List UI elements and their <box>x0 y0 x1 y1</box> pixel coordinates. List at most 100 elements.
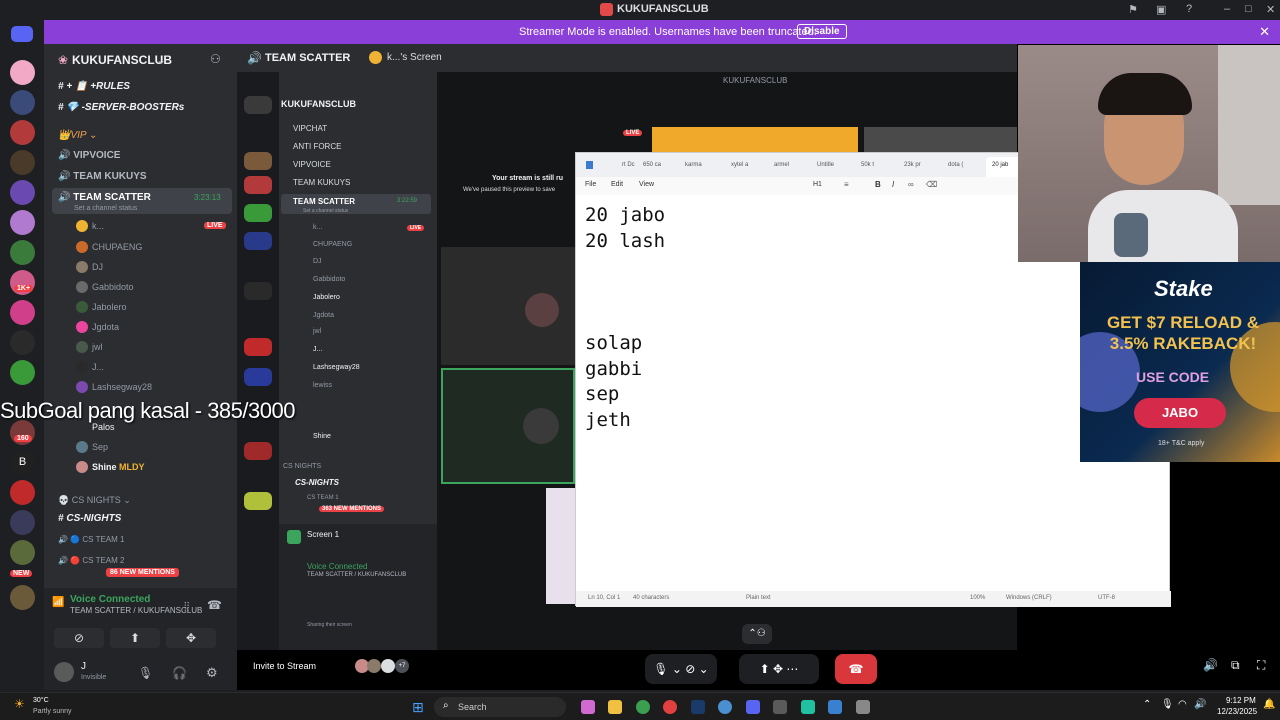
chrome-icon[interactable] <box>663 700 677 714</box>
disconnect-icon[interactable]: ☎ <box>207 598 222 612</box>
category-vip[interactable]: 👑VIP ⌄ <box>58 130 97 141</box>
server-icon[interactable] <box>10 150 35 175</box>
noise-icon[interactable]: ⦙⦙ <box>184 600 189 615</box>
weather-temp[interactable]: 30°C <box>33 697 49 704</box>
share-activity-button[interactable]: ⬆ ✥ ⋯ <box>739 654 819 684</box>
chevron-down-icon[interactable]: ⌄ <box>156 53 166 67</box>
channel-status[interactable]: Set a channel status <box>74 205 137 212</box>
voice-user[interactable]: CHUPAENG <box>92 242 142 252</box>
server-icon[interactable] <box>10 360 35 385</box>
server-icon[interactable] <box>10 480 35 505</box>
server-icon[interactable]: B <box>10 450 35 475</box>
category-cs-nights[interactable]: 💀 CS NIGHTS ⌄ <box>58 495 131 506</box>
channel-vipvoice[interactable]: 🔊 VIPVOICE <box>58 150 120 161</box>
bold-icon[interactable]: B <box>875 180 881 189</box>
voice-user[interactable]: Lashsegway28 <box>92 382 152 392</box>
discord-home-icon[interactable] <box>11 26 33 42</box>
headphones-icon[interactable]: 🎧 <box>172 666 187 680</box>
file-explorer-icon[interactable] <box>608 700 622 714</box>
voice-user[interactable]: J... <box>92 362 104 372</box>
mic-tray-icon[interactable]: 🎙 <box>1161 699 1174 710</box>
menu-view[interactable]: View <box>639 181 654 188</box>
search-box[interactable]: ⌕ Search <box>434 697 566 717</box>
list-icon[interactable]: ≡ <box>844 180 849 189</box>
leave-call-button[interactable]: ☎ <box>835 654 877 684</box>
heading-dropdown[interactable]: H1 <box>813 181 822 188</box>
new-mentions-badge[interactable]: 86 NEW MENTIONS <box>106 568 179 577</box>
mute-button[interactable]: 🎙 ⌄ ⊘ ⌄ <box>645 654 717 684</box>
app-icon[interactable] <box>773 700 787 714</box>
voice-status[interactable]: Voice Connected <box>70 594 150 605</box>
maximize-icon[interactable]: □ <box>1245 3 1252 15</box>
notification-icon[interactable]: 🔔 <box>1263 699 1275 710</box>
voice-user[interactable]: jwl <box>92 342 103 352</box>
app-icon[interactable] <box>801 700 815 714</box>
channel-cs-team-2[interactable]: 🔊 🔴 CS TEAM 2 <box>58 556 124 565</box>
line-ending[interactable]: Windows (CRLF) <box>1006 595 1052 601</box>
server-icon[interactable] <box>10 300 35 325</box>
activities-button[interactable]: ✥ <box>166 628 216 648</box>
popout-icon[interactable]: ⧉ <box>1231 658 1240 673</box>
minimize-icon[interactable]: – <box>1224 3 1230 15</box>
user-name[interactable]: J <box>81 661 86 672</box>
voice-user[interactable]: Gabbidoto <box>92 282 134 292</box>
server-icon[interactable] <box>10 330 35 355</box>
tray-chevron-icon[interactable]: ⌃ <box>1143 699 1151 710</box>
camera-off-button[interactable]: ⊘ <box>54 628 104 648</box>
steam-icon[interactable] <box>691 700 705 714</box>
server-icon[interactable] <box>10 540 35 565</box>
notepad-tab[interactable]: Untitle <box>817 162 834 168</box>
voice-user[interactable]: k... <box>92 221 104 231</box>
weather-desc[interactable]: Partly sunny <box>33 708 72 715</box>
notepad-icon[interactable] <box>828 700 842 714</box>
copilot-icon[interactable] <box>581 700 595 714</box>
fullscreen-icon[interactable]: ⛶ <box>1257 658 1265 673</box>
channel-cs-nights[interactable]: # CS-NIGHTS <box>58 513 121 524</box>
voice-user[interactable]: Sep <box>92 442 108 452</box>
voice-user[interactable]: DJ <box>92 262 103 272</box>
app-icon[interactable] <box>856 700 870 714</box>
server-icon[interactable] <box>10 60 35 85</box>
notepad-tab[interactable]: 50k t <box>861 162 874 168</box>
invite-to-stream-button[interactable]: Invite to Stream <box>253 661 316 671</box>
notepad-tab-active[interactable]: 20 jab <box>992 162 1008 168</box>
viewer-count[interactable]: +7 <box>395 659 409 673</box>
server-icon[interactable] <box>10 120 35 145</box>
notepad-tab[interactable]: karma <box>685 162 702 168</box>
volume-tray-icon[interactable]: 🔊 <box>1194 699 1206 710</box>
notepad-tab[interactable]: rt Dc <box>622 162 635 168</box>
voice-user[interactable]: Jgdota <box>92 322 119 332</box>
server-icon[interactable] <box>10 585 35 610</box>
discord-icon[interactable] <box>746 700 760 714</box>
disable-streamer-button[interactable]: Disable <box>797 24 847 39</box>
zoom-level[interactable]: 100% <box>970 595 985 601</box>
server-icon[interactable] <box>10 240 35 265</box>
start-icon[interactable]: ⊞ <box>412 699 424 716</box>
voice-user[interactable]: Shine MLDY <box>92 462 145 472</box>
channel-cs-team-1[interactable]: 🔊 🔵 CS TEAM 1 <box>58 535 124 544</box>
notepad-tab[interactable]: xytel a <box>731 162 748 168</box>
menu-edit[interactable]: Edit <box>611 181 623 188</box>
notepad-tab[interactable]: 650 ca <box>643 162 661 168</box>
notepad-text[interactable]: 20 jabo 20 lash solap gabbi sep jeth <box>585 203 665 433</box>
chrome-icon[interactable] <box>718 700 732 714</box>
link-icon[interactable]: ∞ <box>908 180 914 189</box>
channel-boosters[interactable]: # 💎 -SERVER-BOOSTERs <box>58 102 184 113</box>
clear-format-icon[interactable]: ⌫ <box>926 180 937 189</box>
wifi-icon[interactable]: ◠ <box>1178 699 1187 710</box>
expand-icon[interactable]: ⌃⚇ <box>742 624 772 644</box>
voice-location[interactable]: TEAM SCATTER / KUKUFANSCLUB <box>70 606 202 615</box>
help-icon[interactable]: ? <box>1186 3 1192 15</box>
clock-time[interactable]: 9:12 PM <box>1226 696 1256 705</box>
notepad-tab[interactable]: 23k pr <box>904 162 921 168</box>
share-screen-button[interactable]: ⬆ <box>110 628 160 648</box>
inbox-icon[interactable]: ⚑ <box>1128 3 1138 16</box>
notepad-tab[interactable]: dota ( <box>948 162 963 168</box>
settings-icon[interactable]: ⚙ <box>206 665 218 681</box>
close-window-icon[interactable]: ✕ <box>1266 3 1275 16</box>
chrome-icon[interactable] <box>636 700 650 714</box>
text-format[interactable]: Plain text <box>746 595 771 601</box>
add-member-icon[interactable]: ⚇ <box>210 52 221 66</box>
avatar[interactable] <box>54 662 74 682</box>
channel-rules[interactable]: # + 📋 +RULES <box>58 81 130 92</box>
